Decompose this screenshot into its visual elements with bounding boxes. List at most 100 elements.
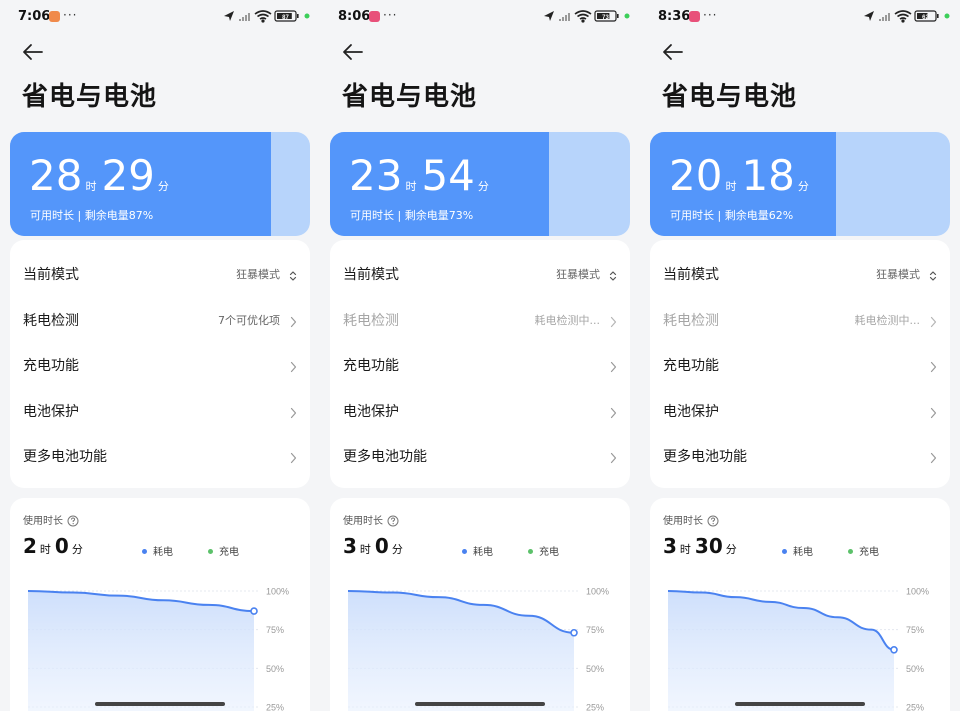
y-tick-label: 100% — [906, 587, 929, 597]
back-arrow-icon[interactable] — [660, 40, 686, 64]
battery-status-card[interactable]: 23 时 54 分 可用时长 | 剩余电量73% — [330, 132, 630, 236]
updown-icon — [608, 267, 618, 281]
menu-item[interactable]: 更多电池功能 — [650, 432, 950, 478]
settings-menu: 当前模式 狂暴模式耗电检测 7个可优化项充电功能电池保护 更多电池功能 — [10, 240, 310, 488]
chart-area-fill — [28, 591, 254, 711]
home-indicator[interactable] — [95, 702, 225, 706]
home-indicator[interactable] — [735, 702, 865, 706]
y-tick-label: 25% — [906, 703, 924, 711]
status-bar: 8:06 ··· 73 — [320, 0, 640, 34]
menu-item-value: 耗电检测中... — [854, 313, 921, 327]
menu-item-value: 7个可优化项 — [218, 313, 280, 327]
battery-settings-screen: 8:36 ··· 62 省电与电池 20 时 18 分 可用时长 | 剩余电量6… — [640, 0, 960, 711]
status-bar: 8:36 ··· 62 — [640, 0, 960, 34]
menu-item[interactable]: 当前模式 狂暴模式 — [10, 250, 310, 296]
signal-icon — [239, 13, 250, 21]
status-more: ··· — [703, 8, 718, 22]
battery-level-chart: 100% 75% 50% 25% — [347, 587, 609, 711]
menu-item[interactable]: 更多电池功能 — [10, 432, 310, 478]
back-arrow-icon[interactable] — [340, 40, 366, 64]
menu-item-label: 当前模式 — [23, 267, 79, 283]
page-title: 省电与电池 — [662, 82, 798, 112]
menu-item-label: 更多电池功能 — [343, 449, 427, 465]
svg-text:62: 62 — [922, 15, 929, 21]
menu-item[interactable]: 电池保护 — [330, 387, 630, 433]
chevron-right-icon — [288, 449, 298, 464]
y-tick-label: 25% — [586, 703, 604, 711]
settings-menu: 当前模式 狂暴模式 耗电检测 耗电检测中... 充电功能电池保护更多电池功能 — [330, 240, 630, 488]
chart-end-point — [890, 645, 898, 654]
chevron-right-icon — [288, 358, 298, 373]
status-bar: 7:06 ··· 87 — [0, 0, 320, 34]
battery-level-chart: 100% 75% 50% 25% — [667, 587, 929, 711]
chevron-right-icon — [608, 449, 618, 464]
menu-item-label: 更多电池功能 — [663, 449, 747, 465]
home-indicator[interactable] — [415, 702, 545, 706]
location-icon — [544, 11, 554, 21]
remaining-minutes: 54 — [421, 151, 475, 200]
menu-item[interactable]: 充电功能 — [10, 341, 310, 387]
minutes-unit: 分 — [157, 180, 169, 193]
menu-item[interactable]: 充电功能 — [330, 341, 630, 387]
menu-item-value: 耗电检测中... — [534, 313, 601, 327]
menu-item-label: 耗电检测 — [23, 312, 79, 329]
updown-icon — [288, 267, 298, 281]
menu-item-label: 充电功能 — [23, 358, 79, 374]
battery-status-card[interactable]: 28 时 29 分 可用时长 | 剩余电量87% — [10, 132, 310, 236]
menu-item[interactable]: 当前模式 狂暴模式 — [650, 250, 950, 296]
battery-status-icon: 73 — [594, 10, 619, 22]
menu-item-label: 耗电检测 — [663, 312, 719, 329]
status-more: ··· — [63, 8, 78, 22]
active-dot — [304, 13, 310, 19]
menu-item[interactable]: 耗电检测 7个可优化项 — [10, 296, 310, 342]
remaining-time: 28 时 29 分 — [29, 152, 174, 200]
menu-item[interactable]: 电池保护 — [650, 387, 950, 433]
menu-item[interactable]: 耗电检测 耗电检测中... — [650, 296, 950, 342]
updown-icon — [928, 267, 938, 281]
signal-icon — [879, 13, 890, 21]
y-tick-label: 25% — [266, 703, 284, 711]
usage-card: 使用时长 2时0分 耗电 充电 100% 75% 50% 25% — [10, 498, 310, 711]
menu-item[interactable]: 充电功能 — [650, 341, 950, 387]
remaining-hours: 20 — [669, 151, 723, 200]
chevron-right-icon — [928, 358, 938, 373]
page-title: 省电与电池 — [342, 82, 478, 112]
remaining-minutes: 29 — [101, 151, 155, 200]
location-icon — [864, 11, 874, 21]
menu-item[interactable]: 电池保护 — [10, 387, 310, 433]
hours-unit: 时 — [405, 180, 417, 193]
chart-end-point — [250, 607, 258, 615]
chart-end-point — [570, 628, 578, 637]
battery-subtitle: 可用时长 | 剩余电量62% — [670, 209, 794, 222]
battery-status-card[interactable]: 20 时 18 分 可用时长 | 剩余电量62% — [650, 132, 950, 236]
chevron-right-icon — [928, 449, 938, 464]
active-dot — [624, 13, 630, 19]
menu-item[interactable]: 当前模式 狂暴模式 — [330, 250, 630, 296]
hours-unit: 时 — [85, 180, 97, 193]
menu-item[interactable]: 耗电检测 耗电检测中... — [330, 296, 630, 342]
y-tick-label: 100% — [586, 587, 609, 597]
usage-card: 使用时长 3时0分 耗电 充电 100% 75% 50% 25% — [330, 498, 630, 711]
status-time: 8:06 — [338, 9, 371, 24]
screenshot-grid: 7:06 ··· 87 省电与电池 28 时 29 分 可用时长 | 剩余电量8… — [0, 0, 960, 711]
wifi-icon — [574, 10, 592, 23]
battery-settings-screen: 8:06 ··· 73 省电与电池 23 时 54 分 可用时长 | 剩余电量7… — [320, 0, 640, 711]
menu-item-label: 电池保护 — [343, 403, 399, 420]
chevron-right-icon — [928, 404, 938, 418]
battery-level-chart: 100% 75% 50% 25% — [27, 587, 289, 711]
back-arrow-icon[interactable] — [20, 40, 46, 64]
hours-unit: 时 — [725, 180, 737, 193]
menu-item-value: 狂暴模式 — [876, 268, 920, 281]
location-icon — [224, 11, 234, 21]
menu-item[interactable]: 更多电池功能 — [330, 432, 630, 478]
chart-area-fill — [348, 591, 574, 711]
y-tick-label: 75% — [266, 625, 284, 635]
page-title: 省电与电池 — [22, 82, 158, 112]
menu-item-label: 电池保护 — [663, 403, 719, 420]
chart-area-fill — [668, 591, 894, 711]
notification-app-icon — [369, 11, 380, 22]
notification-app-icon — [49, 11, 60, 22]
signal-icon — [559, 13, 570, 21]
remaining-hours: 23 — [349, 151, 403, 200]
usage-card: 使用时长 3 时 30 分 耗电 充电 100% 75% 50% 25% — [650, 498, 950, 711]
